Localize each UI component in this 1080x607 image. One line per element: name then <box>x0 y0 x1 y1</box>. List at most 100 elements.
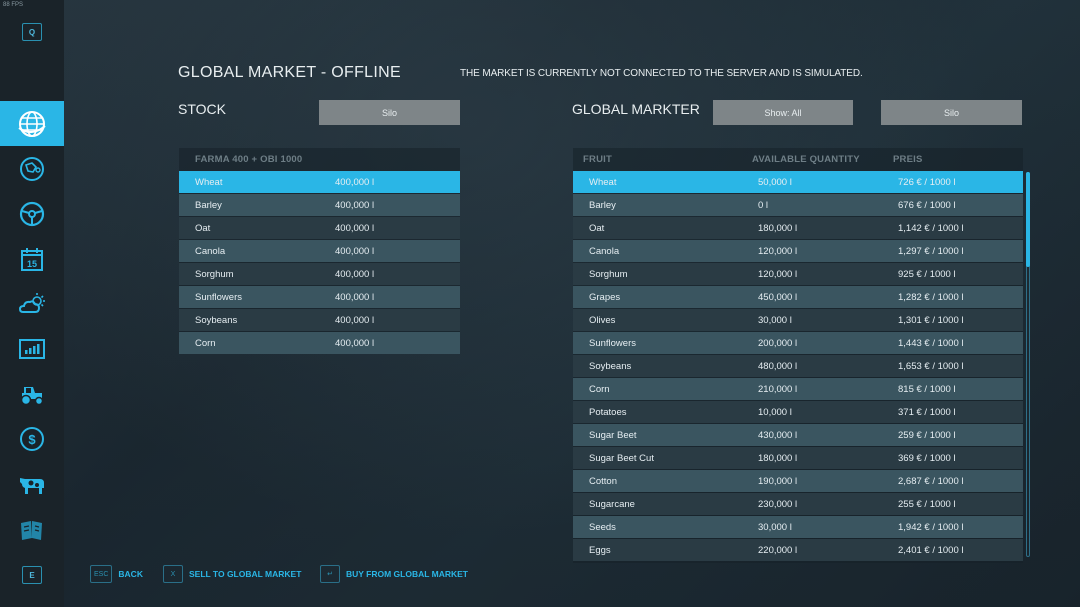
market-row[interactable]: Barley 0 l 676 € / 1000 l <box>573 194 1023 216</box>
stock-row[interactable]: Wheat 400,000 l <box>179 171 460 193</box>
steering-wheel-icon <box>19 201 45 226</box>
market-price: 259 € / 1000 l <box>898 429 956 441</box>
market-row[interactable]: Oat 180,000 l 1,142 € / 1000 l <box>573 217 1023 239</box>
market-price: 1,301 € / 1000 l <box>898 314 964 326</box>
sidebar-item-map[interactable] <box>0 146 64 191</box>
sidebar-item-statistics[interactable] <box>0 326 64 371</box>
enter-key-icon: ↵ <box>320 565 340 583</box>
market-fruit-name: Cotton <box>589 475 617 487</box>
sidebar-item-global-market[interactable] <box>0 101 64 146</box>
sidebar-item-animals[interactable] <box>0 461 64 506</box>
column-header-available-quantity: AVAILABLE QUANTITY <box>752 154 860 165</box>
market-row[interactable]: Sugar Beet Cut 180,000 l 369 € / 1000 l <box>573 447 1023 469</box>
market-available-quantity: 120,000 l <box>758 245 798 257</box>
stock-quantity: 400,000 l <box>335 291 375 303</box>
market-row[interactable]: Eggs 220,000 l 2,401 € / 1000 l <box>573 539 1023 561</box>
market-heading: GLOBAL MARKTER <box>572 101 700 117</box>
market-price: 676 € / 1000 l <box>898 199 956 211</box>
market-row[interactable]: Wheat 50,000 l 726 € / 1000 l <box>573 171 1023 193</box>
stock-row[interactable]: Sunflowers 400,000 l <box>179 286 460 308</box>
market-fruit-name: Eggs <box>589 544 611 556</box>
market-row[interactable]: Canola 120,000 l 1,297 € / 1000 l <box>573 240 1023 262</box>
buy-from-global-market-button[interactable]: ↵ BUY FROM GLOBAL MARKET <box>320 564 468 584</box>
market-row[interactable]: Cotton 190,000 l 2,687 € / 1000 l <box>573 470 1023 492</box>
stock-row[interactable]: Oat 400,000 l <box>179 217 460 239</box>
market-available-quantity: 450,000 l <box>758 291 798 303</box>
sidebar-item-finances[interactable]: $ <box>0 416 64 461</box>
market-available-quantity: 120,000 l <box>758 268 798 280</box>
market-row[interactable]: Sugar Beet 430,000 l 259 € / 1000 l <box>573 424 1023 446</box>
map-icon <box>20 156 44 181</box>
market-row[interactable]: Olives 30,000 l 1,301 € / 1000 l <box>573 309 1023 331</box>
market-fruit-name: Potatoes <box>589 406 627 418</box>
column-header-fruit: FRUIT <box>583 154 612 165</box>
market-price: 2,401 € / 1000 l <box>898 544 964 556</box>
sidebar-item-garage[interactable] <box>0 371 64 416</box>
market-fruit-name: Oat <box>589 222 605 234</box>
market-row[interactable]: Sorghum 120,000 l 925 € / 1000 l <box>573 263 1023 285</box>
stock-fruit-name: Soybeans <box>195 314 238 326</box>
stock-fruit-name: Sorghum <box>195 268 234 280</box>
page-title: GLOBAL MARKET - OFFLINE <box>178 64 401 81</box>
market-row[interactable]: Corn 210,000 l 815 € / 1000 l <box>573 378 1023 400</box>
back-button[interactable]: ESC BACK <box>90 564 143 584</box>
stock-fruit-name: Sunflowers <box>195 291 242 303</box>
sidebar-item-calendar[interactable]: 15 <box>0 236 64 281</box>
market-row[interactable]: Seeds 30,000 l 1,942 € / 1000 l <box>573 516 1023 538</box>
sidebar-item-vehicles[interactable] <box>0 191 64 236</box>
market-row[interactable]: Grapes 450,000 l 1,282 € / 1000 l <box>573 286 1023 308</box>
market-scrollbar-thumb[interactable] <box>1026 172 1030 267</box>
market-fruit-name: Seeds <box>589 521 616 533</box>
stock-quantity: 400,000 l <box>335 222 375 234</box>
esc-key-icon: ESC <box>90 565 113 583</box>
market-available-quantity: 480,000 l <box>758 360 798 372</box>
market-price: 1,142 € / 1000 l <box>898 222 964 234</box>
column-header-price: PREIS <box>893 154 923 165</box>
market-price: 1,282 € / 1000 l <box>898 291 964 303</box>
sell-to-global-market-button[interactable]: X SELL TO GLOBAL MARKET <box>163 564 301 584</box>
sidebar-item-contracts[interactable] <box>0 506 64 551</box>
next-page-key-hint[interactable]: E <box>22 566 42 584</box>
stock-quantity: 400,000 l <box>335 199 375 211</box>
buy-label: BUY FROM GLOBAL MARKET <box>346 569 468 579</box>
market-row[interactable]: Potatoes 10,000 l 371 € / 1000 l <box>573 401 1023 423</box>
market-available-quantity: 0 l <box>758 199 769 211</box>
market-row[interactable]: Sugarcane 230,000 l 255 € / 1000 l <box>573 493 1023 515</box>
stock-row[interactable]: Canola 400,000 l <box>179 240 460 262</box>
market-row[interactable]: Soybeans 480,000 l 1,653 € / 1000 l <box>573 355 1023 377</box>
market-price: 1,653 € / 1000 l <box>898 360 964 372</box>
x-key-icon: X <box>163 565 183 583</box>
sell-label: SELL TO GLOBAL MARKET <box>189 569 302 579</box>
market-price: 1,297 € / 1000 l <box>898 245 964 257</box>
stock-quantity: 400,000 l <box>335 337 375 349</box>
market-available-quantity: 30,000 l <box>758 521 792 533</box>
calendar-icon: 15 <box>21 247 43 271</box>
market-price: 726 € / 1000 l <box>898 176 956 188</box>
stock-row[interactable]: Sorghum 400,000 l <box>179 263 460 285</box>
stock-silo-filter-button[interactable]: Silo <box>319 100 460 125</box>
market-row[interactable]: Sunflowers 200,000 l 1,443 € / 1000 l <box>573 332 1023 354</box>
market-available-quantity: 30,000 l <box>758 314 792 326</box>
market-silo-filter-button[interactable]: Silo <box>881 100 1022 125</box>
stock-fruit-name: Canola <box>195 245 226 257</box>
show-filter-dropdown[interactable]: Show: All <box>713 100 853 125</box>
market-available-quantity: 200,000 l <box>758 337 798 349</box>
market-price: 255 € / 1000 l <box>898 498 956 510</box>
market-fruit-name: Sunflowers <box>589 337 636 349</box>
stock-row[interactable]: Corn 400,000 l <box>179 332 460 354</box>
market-fruit-name: Sorghum <box>589 268 628 280</box>
market-available-quantity: 210,000 l <box>758 383 798 395</box>
contracts-icon <box>21 520 42 540</box>
market-available-quantity: 190,000 l <box>758 475 798 487</box>
cow-icon <box>20 477 44 494</box>
stock-heading: STOCK <box>178 101 226 117</box>
sidebar-item-weather[interactable] <box>0 281 64 326</box>
stock-row[interactable]: Barley 400,000 l <box>179 194 460 216</box>
market-available-quantity: 230,000 l <box>758 498 798 510</box>
market-available-quantity: 180,000 l <box>758 452 798 464</box>
market-fruit-name: Olives <box>589 314 616 326</box>
stock-row[interactable]: Soybeans 400,000 l <box>179 309 460 331</box>
svg-text:$: $ <box>28 432 36 447</box>
stock-quantity: 400,000 l <box>335 314 375 326</box>
prev-page-key-hint[interactable]: Q <box>22 23 42 41</box>
